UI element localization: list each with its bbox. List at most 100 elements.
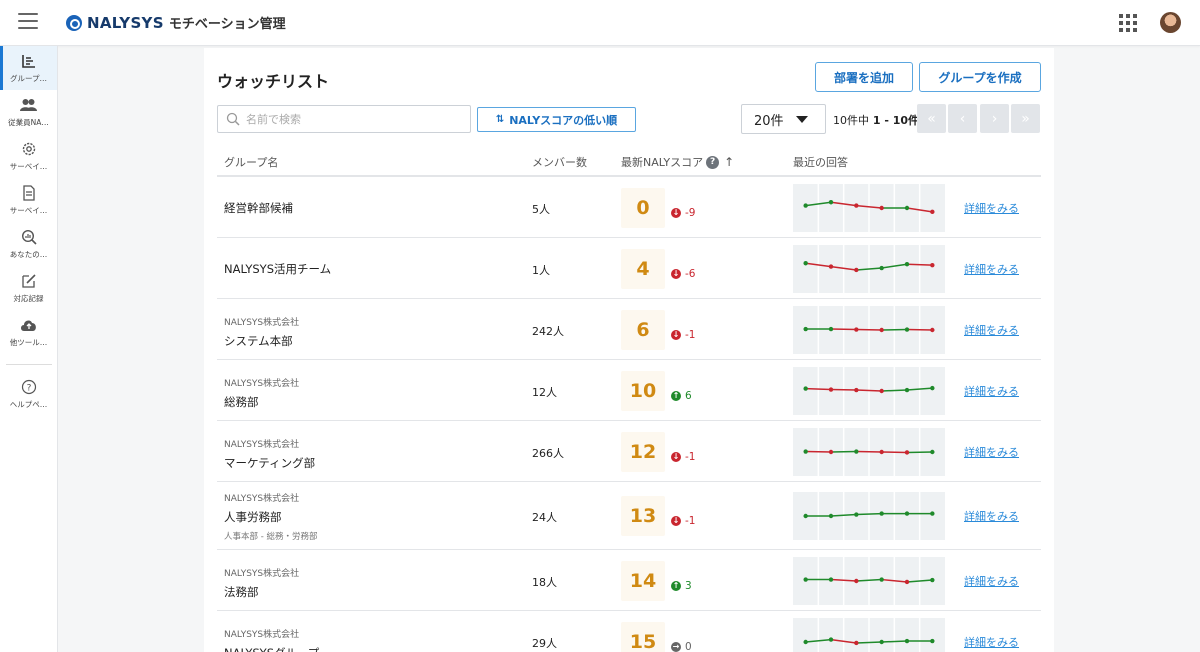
view-details-link[interactable]: 詳細をみる — [964, 200, 1019, 216]
recent-answers-sparkline — [793, 366, 945, 415]
sparkline-point — [930, 262, 935, 267]
sparkline-segment — [856, 512, 882, 516]
view-details-link[interactable]: 詳細をみる — [964, 444, 1019, 460]
score-box: 10 — [621, 370, 665, 411]
sparkline-point — [879, 511, 884, 516]
sidebar-item-employees[interactable]: 従業員NA… — [0, 90, 57, 134]
table-row: NALYSYS活用チーム 1人 4 ↓ -6 詳細をみる — [217, 238, 1041, 299]
score-box: 6 — [621, 309, 665, 350]
sparkline-point — [854, 267, 859, 272]
user-avatar[interactable] — [1160, 12, 1181, 33]
search-icon — [226, 112, 240, 126]
table-row: NALYSYS株式会社 総務部 12人 10 ↑ 6 詳細をみる — [217, 360, 1041, 421]
score-delta: ↓ -1 — [671, 329, 695, 341]
nalys-score: 0 — [636, 196, 650, 219]
prev-page-button[interactable]: ‹ — [948, 104, 977, 133]
sparkline-point — [803, 326, 808, 331]
sparkline-point — [828, 513, 834, 519]
sidebar-item-groups[interactable]: グループ… — [0, 46, 57, 90]
score-box: 12 — [621, 431, 665, 472]
sparkline-point — [904, 638, 910, 643]
chevron-right-icon: › — [991, 110, 998, 127]
delta-value: 3 — [685, 579, 692, 592]
view-details-link[interactable]: 詳細をみる — [964, 383, 1019, 399]
sidebar-item-label: あなたの… — [9, 250, 48, 259]
sparkline-point — [828, 326, 834, 331]
company-name: NALYSYS株式会社 — [224, 494, 300, 504]
double-chevron-left-icon: « — [927, 110, 936, 127]
sidebar-item-help[interactable]: ? ヘルプペ… — [0, 372, 57, 416]
watchlist-card: ウォッチリスト 部署を追加 グループを作成 ⇅ NALYスコアの低い順 20件 … — [204, 48, 1054, 652]
view-details-link[interactable]: 詳細をみる — [964, 322, 1019, 338]
app-logo[interactable]: NALYSYS モチベーション管理 — [66, 13, 286, 32]
group-name-cell: NALYSYS株式会社 マーケティング部 — [224, 437, 315, 471]
svg-text:?: ? — [26, 384, 31, 394]
analytics-search-icon — [20, 228, 38, 246]
nalys-score: 12 — [629, 440, 657, 463]
sidebar-item-label: 従業員NA… — [8, 118, 49, 127]
company-name: NALYSYS株式会社 — [224, 379, 300, 389]
view-details-link[interactable]: 詳細をみる — [964, 508, 1019, 524]
sparkline-point — [879, 639, 884, 644]
arrow-down-circle-icon: ↓ — [671, 451, 681, 462]
table-row: NALYSYS株式会社NALYSYSグループ29人15→0詳細をみる — [217, 611, 1041, 652]
sparkline-point — [879, 327, 884, 332]
score-delta: → 0 — [671, 641, 692, 652]
score-delta: ↓ -1 — [671, 451, 695, 463]
cloud-upload-icon — [20, 316, 38, 334]
arrow-down-circle-icon: ↓ — [671, 329, 681, 340]
view-details-link[interactable]: 詳細をみる — [964, 634, 1019, 650]
column-header-members: メンバー数 — [532, 156, 587, 169]
sparkline-point — [879, 576, 884, 582]
group-path: 人事本部 - 総務・労務部 — [224, 532, 318, 542]
last-page-button[interactable]: » — [1011, 104, 1040, 133]
member-count: 12人 — [532, 385, 557, 399]
recent-answers-sparkline — [793, 492, 945, 540]
first-page-button[interactable]: « — [917, 104, 946, 133]
sparkline-point — [803, 639, 808, 644]
sparkline-point — [904, 387, 910, 392]
company-name: NALYSYS株式会社 — [224, 569, 300, 579]
help-icon: ? — [20, 378, 38, 396]
sidebar-item-survey-docs[interactable]: サーベイ… — [0, 178, 57, 222]
sort-button[interactable]: ⇅ NALYスコアの低い順 — [477, 107, 636, 132]
help-icon[interactable]: ? — [706, 155, 720, 169]
search-box — [217, 105, 471, 133]
recent-answers-sparkline — [793, 427, 945, 476]
sparkline-segment — [881, 388, 908, 392]
view-details-link[interactable]: 詳細をみる — [964, 261, 1019, 277]
delta-value: -1 — [685, 328, 696, 341]
top-bar: NALYSYS モチベーション管理 — [0, 0, 1200, 46]
sidebar-item-label: ヘルプペ… — [9, 400, 48, 409]
group-name-cell: NALYSYS株式会社 NALYSYSグループ — [224, 627, 319, 652]
table-row: NALYSYS株式会社 システム本部 242人 6 ↓ -1 詳細をみる — [217, 299, 1041, 360]
view-details-link[interactable]: 詳細をみる — [964, 573, 1019, 589]
group-name-cell: NALYSYS株式会社 システム本部 — [224, 315, 299, 349]
hamburger-icon[interactable] — [18, 13, 38, 31]
sidebar-item-yours[interactable]: あなたの… — [0, 222, 57, 266]
pagination-range: 10件中 1 - 10件 — [833, 112, 919, 128]
create-group-button[interactable]: グループを作成 — [919, 62, 1041, 92]
sparkline-point — [930, 327, 935, 332]
sort-label: NALYスコアの低い順 — [509, 113, 618, 127]
delta-value: 6 — [685, 389, 692, 402]
sort-ascending-icon[interactable]: ↑ — [724, 155, 734, 169]
score-delta: ↑ 3 — [671, 580, 692, 592]
next-page-button[interactable]: › — [980, 104, 1009, 133]
sparkline-point — [879, 265, 884, 270]
nalys-score: 10 — [629, 379, 657, 402]
page-size-select[interactable]: 20件 — [741, 104, 826, 134]
apps-grid-icon[interactable] — [1119, 14, 1137, 32]
sidebar-item-records[interactable]: 対応記録 — [0, 266, 57, 310]
sidebar-item-other-tools[interactable]: 他ツール… — [0, 310, 57, 354]
add-department-button[interactable]: 部署を追加 — [815, 62, 913, 92]
column-header-score[interactable]: 最新NALYスコア ? ↑ — [621, 154, 734, 170]
chart-icon — [20, 52, 38, 70]
sparkline-segment — [805, 387, 832, 390]
sort-arrows-icon: ⇅ — [495, 114, 505, 125]
sidebar-item-survey-settings[interactable]: サーベイ… — [0, 134, 57, 178]
member-count: 1人 — [532, 263, 550, 277]
caret-down-icon — [796, 116, 808, 123]
search-input[interactable] — [246, 112, 446, 126]
group-name: 経営幹部候補 — [224, 201, 293, 215]
